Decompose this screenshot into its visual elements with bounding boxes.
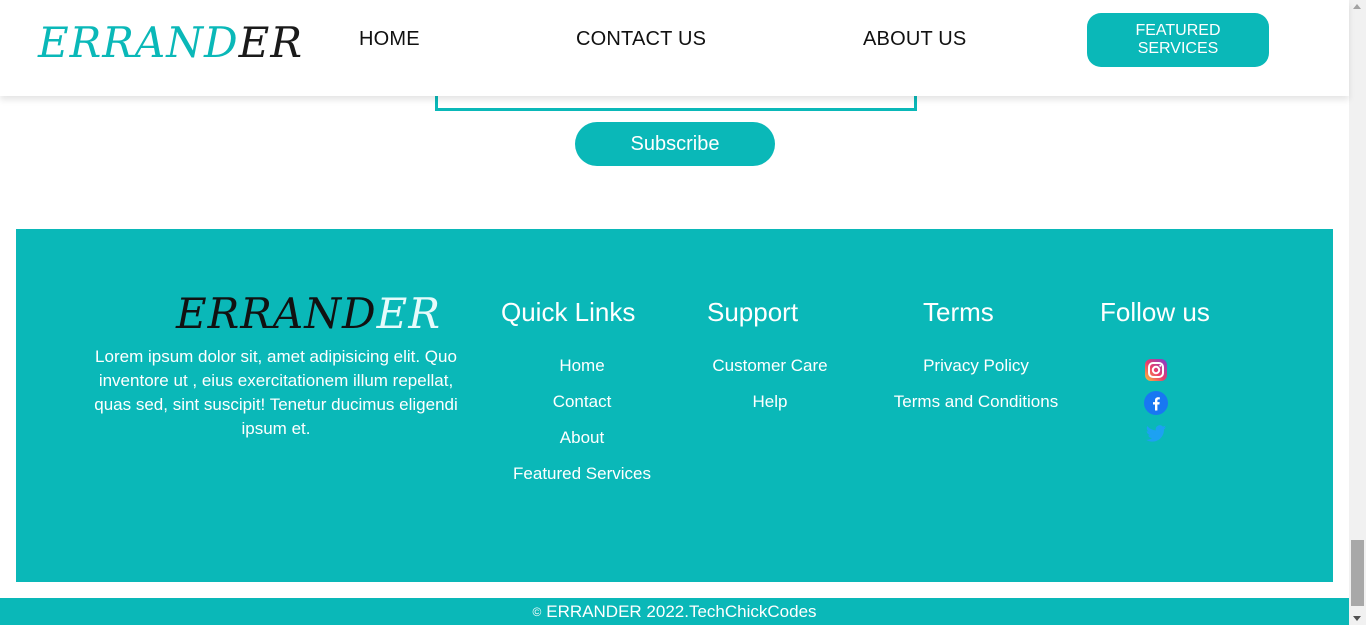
- footer-link-customer-care[interactable]: Customer Care: [712, 356, 827, 376]
- copyright-symbol: ©: [532, 604, 542, 619]
- logo-part-1: ERRAND: [38, 18, 239, 67]
- quick-links-title: Quick Links: [501, 297, 636, 327]
- nav-home-link[interactable]: HOME: [359, 28, 420, 51]
- follow-title: Follow us: [1100, 297, 1210, 327]
- footer-link-home[interactable]: Home: [559, 356, 604, 376]
- facebook-icon[interactable]: [1144, 391, 1168, 415]
- footer-link-about[interactable]: About: [560, 428, 604, 448]
- featured-services-button[interactable]: FEATURED SERVICES: [1087, 13, 1269, 67]
- vertical-scrollbar[interactable]: [1349, 0, 1366, 625]
- support-title: Support: [707, 297, 799, 327]
- follow-column: Follow us: [1100, 297, 1210, 328]
- footer-link-featured-services[interactable]: Featured Services: [513, 464, 651, 484]
- terms-title: Terms: [923, 297, 994, 327]
- scroll-down-arrow-icon[interactable]: [1353, 616, 1361, 621]
- navbar: ERRANDER HOME CONTACT US ABOUT US FEATUR…: [0, 0, 1349, 96]
- nav-contact-link[interactable]: CONTACT US: [576, 28, 706, 51]
- copyright-bar: © ERRANDER 2022.TechChickCodes: [0, 598, 1349, 625]
- scrollbar-thumb[interactable]: [1351, 540, 1364, 606]
- footer-link-privacy-policy[interactable]: Privacy Policy: [923, 356, 1029, 376]
- footer-logo: ERRANDER: [176, 289, 441, 339]
- subscribe-button[interactable]: Subscribe: [575, 122, 775, 166]
- twitter-icon[interactable]: [1144, 422, 1168, 446]
- footer-logo-part-1: ERRAND: [176, 289, 377, 338]
- support-column: Support: [707, 297, 798, 328]
- terms-column: Terms: [923, 297, 994, 328]
- quick-links-column: Quick Links: [501, 297, 635, 328]
- instagram-icon[interactable]: [1144, 358, 1168, 382]
- copyright-text: ERRANDER 2022.TechChickCodes: [546, 601, 817, 621]
- logo-part-2: ER: [238, 18, 303, 67]
- footer-link-terms-and-conditions[interactable]: Terms and Conditions: [894, 392, 1058, 412]
- scroll-up-arrow-icon[interactable]: [1353, 4, 1361, 9]
- footer-link-help[interactable]: Help: [753, 392, 788, 412]
- footer: ERRANDER Lorem ipsum dolor sit, amet adi…: [16, 229, 1333, 582]
- logo[interactable]: ERRANDER: [38, 18, 303, 68]
- nav-about-link[interactable]: ABOUT US: [863, 28, 966, 51]
- footer-logo-part-2: ER: [376, 289, 441, 338]
- footer-link-contact[interactable]: Contact: [553, 392, 612, 412]
- footer-description: Lorem ipsum dolor sit, amet adipisicing …: [94, 347, 458, 438]
